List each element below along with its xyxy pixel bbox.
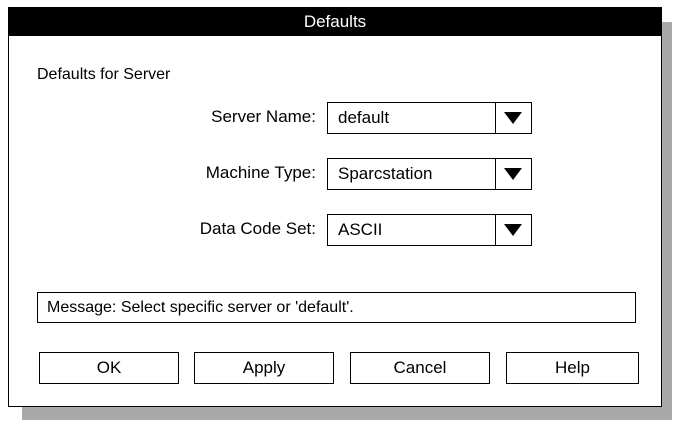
data-code-set-label: Data Code Set: xyxy=(199,219,316,238)
screen: Defaults Defaults for Server Server Name… xyxy=(0,0,674,425)
data-code-set-value: ASCII xyxy=(338,220,383,239)
message-area: Message: Select specific server or 'defa… xyxy=(37,292,636,323)
ok-button[interactable]: OK xyxy=(39,352,179,384)
data-code-set-dropdown[interactable]: ASCII xyxy=(327,214,532,246)
section-heading: Defaults for Server xyxy=(37,66,171,83)
machine-type-label: Machine Type: xyxy=(205,163,316,182)
dialog-title-bar[interactable]: Defaults xyxy=(9,8,661,36)
triangle-down-icon[interactable] xyxy=(495,159,531,189)
help-button[interactable]: Help xyxy=(506,352,639,384)
machine-type-dropdown[interactable]: Sparcstation xyxy=(327,158,532,190)
apply-button[interactable]: Apply xyxy=(194,352,334,384)
triangle-down-icon[interactable] xyxy=(495,103,531,133)
triangle-down-icon[interactable] xyxy=(495,215,531,245)
cancel-button[interactable]: Cancel xyxy=(350,352,490,384)
dialog-title: Defaults xyxy=(303,12,367,31)
server-name-label: Server Name: xyxy=(211,107,316,126)
server-name-dropdown[interactable]: default xyxy=(327,102,532,134)
server-name-value: default xyxy=(338,108,390,127)
defaults-dialog: Defaults Defaults for Server Server Name… xyxy=(8,7,662,407)
machine-type-value: Sparcstation xyxy=(338,164,433,183)
